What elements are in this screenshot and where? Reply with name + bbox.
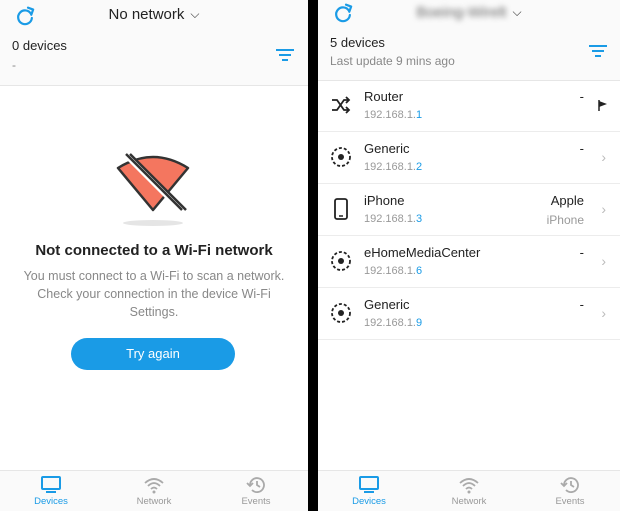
chevron-down-icon: ⌵: [190, 7, 200, 21]
device-count: 5 devices: [330, 35, 385, 50]
device-vendor: -: [579, 141, 584, 156]
device-ip: 192.168.1.1: [364, 109, 423, 121]
tab-devices[interactable]: Devices: [329, 471, 409, 511]
network-selector[interactable]: No network ⌵: [0, 6, 308, 23]
device-name: Generic: [364, 141, 410, 156]
wifi-icon: [144, 478, 164, 494]
chevron-right-icon: ›: [601, 253, 606, 269]
desktop-icon: [41, 476, 61, 493]
device-vendor-model: iPhone: [546, 213, 584, 227]
phone-icon: [334, 198, 348, 220]
last-update: -: [12, 58, 16, 72]
try-again-button[interactable]: Try again: [71, 338, 235, 370]
filter-icon[interactable]: [276, 48, 294, 62]
chevron-right-icon: ›: [601, 149, 606, 165]
tab-events[interactable]: Events: [530, 471, 610, 511]
right-phone-screen: Boeing-Wirelt ⌵ 5 devices Last update 9 m…: [318, 0, 620, 511]
device-vendor: -: [579, 89, 584, 104]
tab-network[interactable]: Network: [114, 471, 194, 511]
wifi-icon: [459, 478, 479, 494]
empty-state-title: Not connected to a Wi-Fi network: [35, 242, 273, 259]
tab-label: Devices: [352, 496, 386, 507]
tab-devices[interactable]: Devices: [11, 471, 91, 511]
device-row[interactable]: Generic 192.168.1.9 - ›: [318, 288, 620, 340]
empty-state-description: You must connect to a Wi-Fi to scan a ne…: [23, 269, 285, 319]
tab-label: Events: [555, 496, 585, 507]
device-ip: 192.168.1.9: [364, 317, 423, 329]
target-icon: [331, 303, 351, 323]
device-ip: 192.168.1.2: [364, 161, 423, 173]
shuffle-icon: [332, 96, 351, 114]
device-name: iPhone: [364, 193, 405, 208]
device-count: 0 devices: [12, 38, 67, 53]
flag-icon: [598, 100, 607, 111]
header: No network ⌵ 0 devices -: [0, 0, 308, 86]
tab-label: Network: [451, 496, 487, 507]
chevron-down-icon: ⌵: [512, 5, 522, 19]
network-selector[interactable]: Boeing-Wirelt ⌵: [318, 4, 620, 21]
filter-icon[interactable]: [589, 44, 607, 58]
tab-label: Network: [136, 496, 172, 507]
tab-label: Devices: [34, 496, 68, 507]
left-phone-screen: No network ⌵ 0 devices - Not connected to…: [0, 0, 308, 511]
bottom-tab-bar: Devices Network Events: [0, 470, 308, 511]
tab-events[interactable]: Events: [216, 471, 296, 511]
last-update: Last update 9 mins ago: [330, 54, 455, 68]
tab-network[interactable]: Network: [429, 471, 509, 511]
history-icon: [246, 477, 265, 493]
target-icon: [331, 251, 351, 271]
device-name: eHomeMediaCenter: [364, 245, 481, 260]
device-row[interactable]: Router 192.168.1.1 -: [318, 80, 620, 132]
target-icon: [331, 147, 351, 167]
chevron-right-icon: ›: [601, 201, 606, 217]
device-list: Router 192.168.1.1 - Generic 192.168.1.2…: [318, 80, 620, 340]
device-name: Generic: [364, 297, 410, 312]
device-ip: 192.168.1.3: [364, 213, 423, 225]
device-name: Router: [364, 89, 404, 104]
tab-label: Events: [241, 496, 271, 507]
device-vendor: Apple: [550, 193, 584, 208]
desktop-icon: [359, 476, 379, 493]
chevron-right-icon: ›: [601, 305, 606, 321]
history-icon: [560, 477, 579, 493]
device-ip: 192.168.1.6: [364, 265, 423, 277]
device-vendor: -: [579, 297, 584, 312]
no-wifi-illustration-icon: [116, 151, 190, 226]
device-vendor: -: [579, 245, 584, 260]
device-row[interactable]: eHomeMediaCenter 192.168.1.6 - ›: [318, 236, 620, 288]
network-name: Boeing-Wirelt: [416, 4, 507, 21]
network-name: No network: [108, 6, 185, 23]
bottom-tab-bar: Devices Network Events: [318, 470, 620, 511]
device-row[interactable]: iPhone 192.168.1.3 Apple iPhone ›: [318, 184, 620, 236]
header: Boeing-Wirelt ⌵ 5 devices Last update 9 m…: [318, 0, 620, 81]
device-row[interactable]: Generic 192.168.1.2 - ›: [318, 132, 620, 184]
